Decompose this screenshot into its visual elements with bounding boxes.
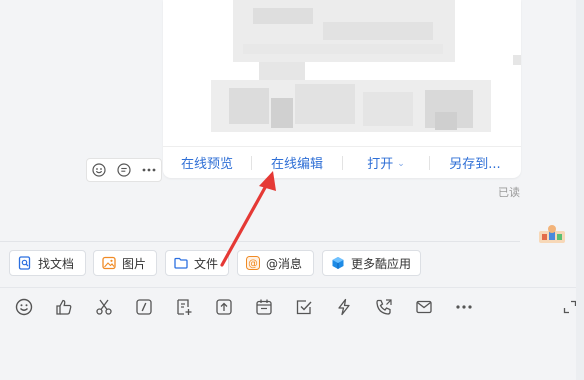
annotation-arrow xyxy=(220,171,276,267)
